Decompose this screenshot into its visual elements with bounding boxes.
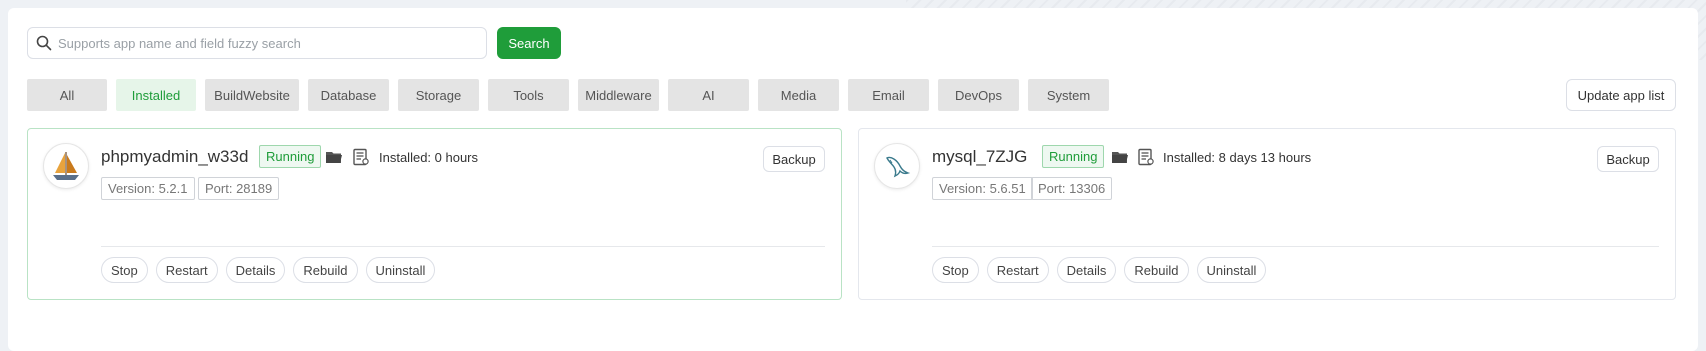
app-card: mysql_7ZJG Running Installed: 8 days 13 … <box>858 128 1676 300</box>
search-box[interactable] <box>27 27 487 59</box>
port-tag: Port: 28189 <box>198 177 280 200</box>
search-icon <box>36 35 52 51</box>
folder-icon[interactable] <box>325 148 343 166</box>
tab-tools[interactable]: Tools <box>488 79 569 111</box>
backup-button[interactable]: Backup <box>763 146 825 172</box>
app-name: mysql_7ZJG <box>932 147 1028 166</box>
log-icon[interactable] <box>352 148 370 166</box>
tab-ai[interactable]: AI <box>668 79 749 111</box>
category-tabs: All Installed BuildWebsite Database Stor… <box>27 79 1118 111</box>
divider <box>932 246 1659 247</box>
uninstall-button[interactable]: Uninstall <box>1196 257 1267 283</box>
tab-devops[interactable]: DevOps <box>938 79 1019 111</box>
sailboat-icon <box>43 143 89 189</box>
installed-time: Installed: 8 days 13 hours <box>1163 150 1312 165</box>
tab-middleware[interactable]: Middleware <box>578 79 659 111</box>
status-badge: Running <box>259 145 322 168</box>
folder-icon[interactable] <box>1111 148 1129 166</box>
tab-installed[interactable]: Installed <box>116 79 196 111</box>
tab-storage[interactable]: Storage <box>398 79 479 111</box>
dolphin-icon <box>874 143 920 189</box>
app-actions: Stop Restart Details Rebuild Uninstall <box>101 257 443 283</box>
stop-button[interactable]: Stop <box>101 257 148 283</box>
search-input[interactable] <box>58 29 486 57</box>
rebuild-button[interactable]: Rebuild <box>293 257 358 283</box>
app-actions: Stop Restart Details Rebuild Uninstall <box>932 257 1274 283</box>
tab-buildwebsite[interactable]: BuildWebsite <box>205 79 299 111</box>
version-tag: Version: 5.6.51 <box>932 177 1033 200</box>
restart-button[interactable]: Restart <box>986 257 1049 283</box>
tab-email[interactable]: Email <box>848 79 929 111</box>
app-card: phpmyadmin_w33d Running Installed: 0 hou… <box>27 128 842 300</box>
version-tag: Version: 5.2.1 <box>101 177 195 200</box>
tab-all[interactable]: All <box>27 79 107 111</box>
app-name: phpmyadmin_w33d <box>101 147 249 166</box>
installed-time: Installed: 0 hours <box>379 150 479 165</box>
log-icon[interactable] <box>1137 148 1155 166</box>
update-app-list-button[interactable]: Update app list <box>1566 79 1676 111</box>
rebuild-button[interactable]: Rebuild <box>1124 257 1189 283</box>
details-button[interactable]: Details <box>1056 257 1117 283</box>
backup-button[interactable]: Backup <box>1597 146 1659 172</box>
restart-button[interactable]: Restart <box>155 257 218 283</box>
details-button[interactable]: Details <box>225 257 286 283</box>
status-badge: Running <box>1042 145 1105 168</box>
search-button[interactable]: Search <box>497 27 561 59</box>
stop-button[interactable]: Stop <box>932 257 979 283</box>
tab-database[interactable]: Database <box>308 79 389 111</box>
divider <box>101 246 825 247</box>
tab-media[interactable]: Media <box>758 79 839 111</box>
uninstall-button[interactable]: Uninstall <box>365 257 436 283</box>
port-tag: Port: 13306 <box>1031 177 1113 200</box>
app-store-panel: Search All Installed BuildWebsite Databa… <box>8 8 1698 351</box>
tab-system[interactable]: System <box>1028 79 1109 111</box>
